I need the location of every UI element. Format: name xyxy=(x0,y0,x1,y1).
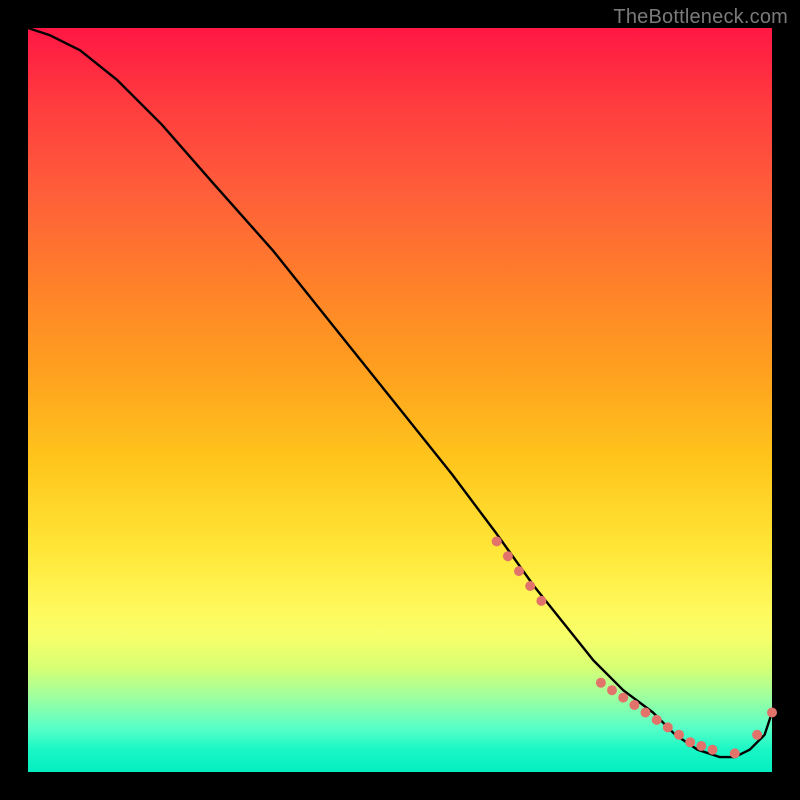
data-marker xyxy=(607,685,617,695)
data-marker xyxy=(618,693,628,703)
data-marker xyxy=(525,581,535,591)
chart-stage: TheBottleneck.com xyxy=(0,0,800,800)
data-marker xyxy=(674,730,684,740)
chart-svg xyxy=(28,28,772,772)
data-marker xyxy=(652,715,662,725)
data-marker xyxy=(696,741,706,751)
data-marker xyxy=(514,566,524,576)
data-marker xyxy=(641,708,651,718)
data-marker xyxy=(730,748,740,758)
marker-layer xyxy=(492,536,777,758)
data-marker xyxy=(596,678,606,688)
data-marker xyxy=(663,722,673,732)
data-marker xyxy=(492,536,502,546)
data-marker xyxy=(752,730,762,740)
curve-layer xyxy=(28,28,772,757)
data-marker xyxy=(767,708,777,718)
data-marker xyxy=(536,596,546,606)
data-marker xyxy=(629,700,639,710)
bottleneck-curve xyxy=(28,28,772,757)
data-marker xyxy=(503,551,513,561)
data-marker xyxy=(708,745,718,755)
watermark-text: TheBottleneck.com xyxy=(613,6,788,29)
data-marker xyxy=(685,737,695,747)
